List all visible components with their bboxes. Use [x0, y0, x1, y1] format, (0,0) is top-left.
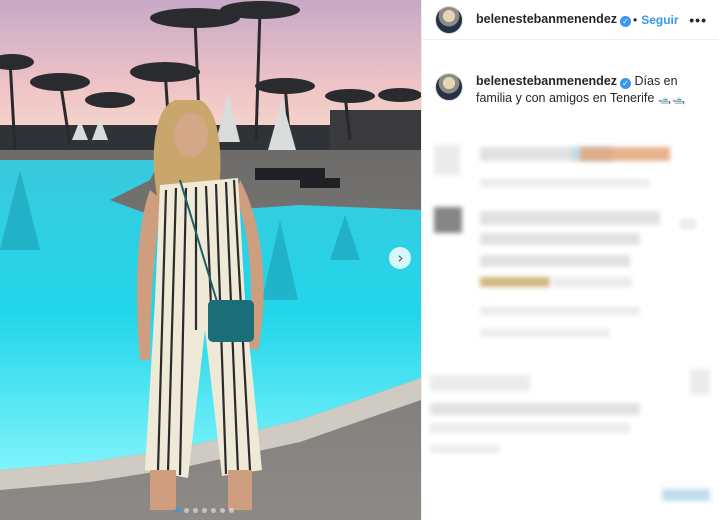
post-sidebar: belenestebanmenendez ✓ • Seguir ••• belen… — [421, 0, 719, 520]
carousel-dot — [211, 508, 216, 513]
blurred-comment-meta — [480, 179, 650, 187]
carousel-dot — [202, 508, 207, 513]
carousel-dot — [184, 508, 189, 513]
separator-dot: • — [633, 12, 638, 27]
blurred-comment — [480, 147, 575, 161]
author-username[interactable]: belenestebanmenendez ✓ — [476, 12, 632, 27]
blurred-likes — [430, 403, 640, 415]
blurred-like-icon — [680, 219, 696, 229]
blurred-comment-meta — [480, 307, 640, 315]
post-photo[interactable]: › — [0, 0, 421, 520]
blurred-avatar — [434, 207, 462, 233]
blurred-comment-meta — [480, 329, 610, 337]
boat-emoji: 🛥️🛥️ — [657, 92, 686, 105]
blurred-comment — [580, 147, 670, 161]
blurred-comment — [552, 277, 632, 287]
caption-text: belenestebanmenendez ✓ Días en familia y … — [476, 73, 706, 107]
blurred-save-icon — [690, 369, 710, 395]
blurred-avatar — [434, 145, 460, 175]
blurred-actions — [430, 375, 530, 391]
follow-button[interactable]: Seguir — [641, 13, 678, 27]
carousel-indicators — [175, 508, 234, 513]
blurred-comment — [480, 255, 630, 267]
blurred-date — [430, 445, 500, 453]
pool-scene — [0, 0, 421, 520]
post-caption: belenestebanmenendez ✓ Días en familia y … — [422, 40, 719, 107]
post-header: belenestebanmenendez ✓ • Seguir ••• — [422, 0, 719, 40]
carousel-dot — [175, 508, 180, 513]
blurred-comment — [480, 233, 640, 245]
carousel-dot — [220, 508, 225, 513]
chevron-right-icon: › — [397, 248, 404, 267]
blurred-comment — [480, 277, 550, 287]
carousel-dot — [229, 508, 234, 513]
next-slide-button[interactable]: › — [389, 247, 411, 269]
carousel-dot — [193, 508, 198, 513]
verified-badge-icon: ✓ — [620, 78, 632, 89]
blurred-comment — [480, 211, 660, 225]
blurred-likes — [430, 423, 630, 433]
username-text: belenestebanmenendez — [476, 12, 618, 26]
caption-avatar[interactable] — [435, 73, 463, 101]
avatar[interactable] — [435, 5, 463, 34]
blurred-post-button — [662, 489, 710, 501]
more-options-icon[interactable]: ••• — [689, 12, 707, 28]
caption-username[interactable]: belenestebanmenendez — [476, 74, 617, 88]
verified-badge-icon: ✓ — [620, 16, 632, 27]
